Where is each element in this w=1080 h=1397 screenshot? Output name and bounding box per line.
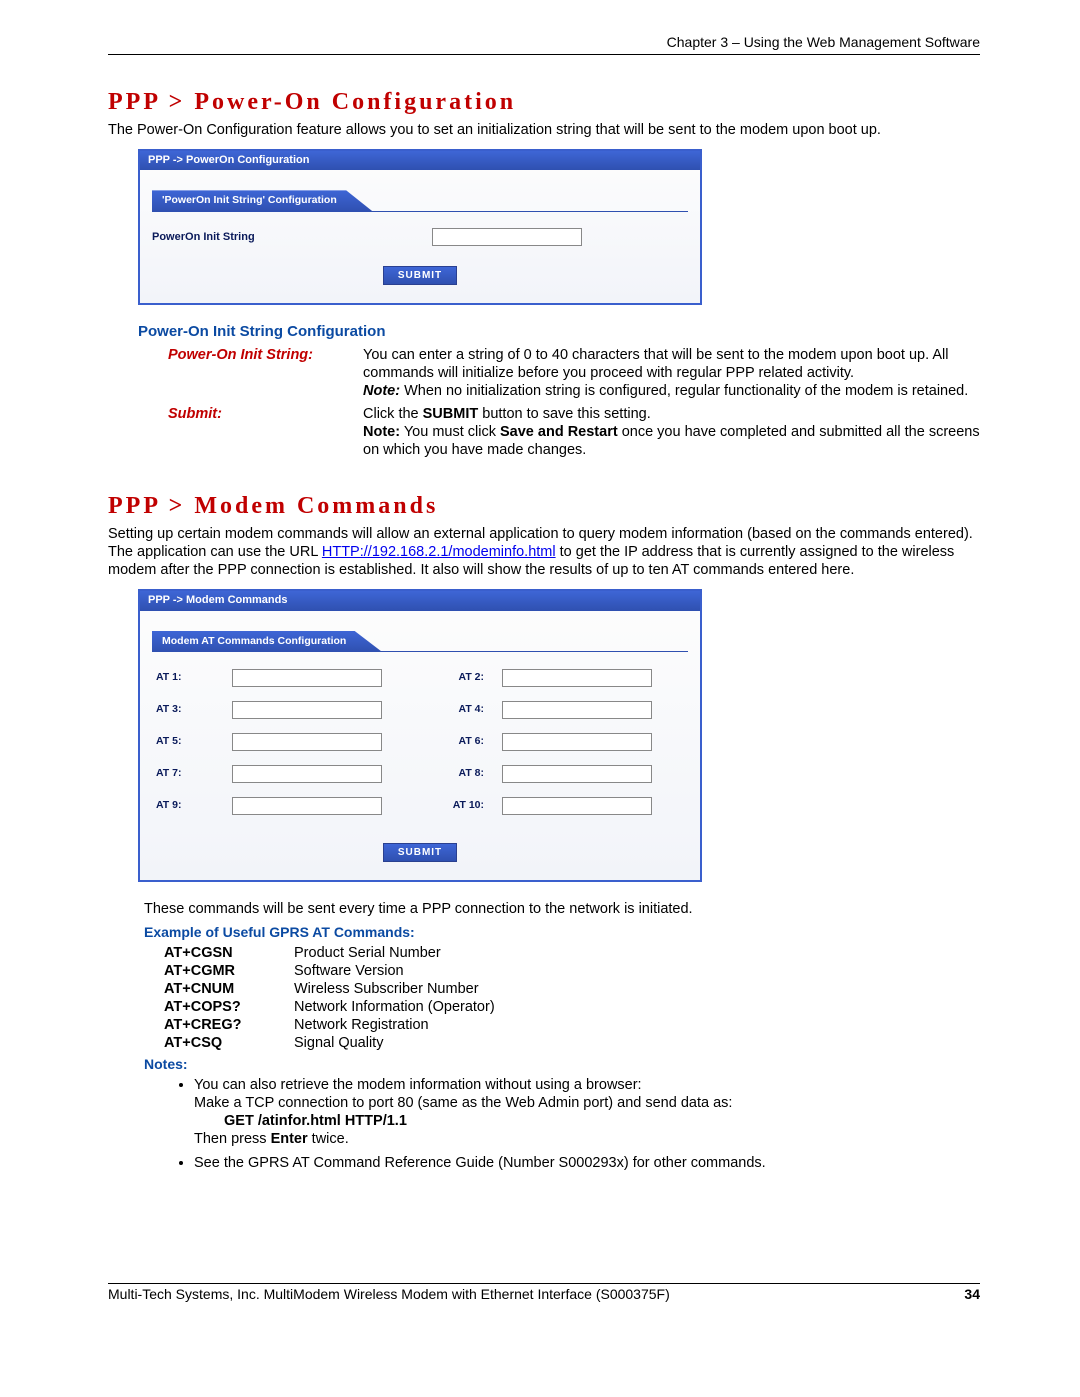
section-title-poweron: PPP > Power-On Configuration xyxy=(108,87,980,117)
cmd-cgsn-desc: Product Serial Number xyxy=(294,944,441,962)
footer-text: Multi-Tech Systems, Inc. MultiModem Wire… xyxy=(108,1286,670,1304)
at-commands-table: AT+CGSNProduct Serial Number AT+CGMRSoft… xyxy=(164,944,980,1053)
poweron-panel-header: PPP -> PowerOn Configuration xyxy=(140,151,700,171)
at-command-grid: AT 1: AT 2: AT 3: AT 4: AT 5: AT 6: AT 7… xyxy=(152,669,688,815)
section-title-modemcmds: PPP > Modem Commands xyxy=(108,491,980,521)
at3-input[interactable] xyxy=(232,701,382,719)
cmd-cgsn: AT+CGSN xyxy=(164,944,294,962)
at4-input[interactable] xyxy=(502,701,652,719)
cmd-cnum-desc: Wireless Subscriber Number xyxy=(294,980,479,998)
def-term-initstring: Power-On Init String: xyxy=(168,346,363,400)
at2-input[interactable] xyxy=(502,669,652,687)
at7-label: AT 7: xyxy=(152,767,232,780)
at10-label: AT 10: xyxy=(392,799,502,812)
at8-label: AT 8: xyxy=(392,767,502,780)
note-2: See the GPRS AT Command Reference Guide … xyxy=(194,1154,980,1172)
cmd-creg: AT+CREG? xyxy=(164,1016,294,1034)
at8-input[interactable] xyxy=(502,765,652,783)
notes-heading: Notes: xyxy=(144,1056,980,1074)
page-number: 34 xyxy=(964,1286,980,1304)
example-heading: Example of Useful GPRS AT Commands: xyxy=(144,924,980,942)
page-footer: Multi-Tech Systems, Inc. MultiModem Wire… xyxy=(108,1283,980,1304)
note-1: You can also retrieve the modem informat… xyxy=(194,1076,980,1149)
cmd-cops: AT+COPS? xyxy=(164,998,294,1016)
cmd-creg-desc: Network Registration xyxy=(294,1016,429,1034)
def-desc-initstring: You can enter a string of 0 to 40 charac… xyxy=(363,346,980,400)
modemcmds-tab: Modem AT Commands Configuration xyxy=(152,631,382,652)
section-poweron: PPP > Power-On Configuration The Power-O… xyxy=(108,87,980,459)
at5-input[interactable] xyxy=(232,733,382,751)
at5-label: AT 5: xyxy=(152,735,232,748)
poweron-init-string-input[interactable] xyxy=(432,228,582,246)
cmd-cops-desc: Network Information (Operator) xyxy=(294,998,495,1016)
modemcmds-panel: PPP -> Modem Commands Modem AT Commands … xyxy=(138,589,702,882)
at4-label: AT 4: xyxy=(392,703,502,716)
cmd-csq-desc: Signal Quality xyxy=(294,1034,383,1052)
poweron-tab: 'PowerOn Init String' Configuration xyxy=(152,190,373,211)
notes-list: You can also retrieve the modem informat… xyxy=(194,1076,980,1173)
poweron-definitions: Power-On Init String: You can enter a st… xyxy=(168,346,980,459)
section-modemcmds: PPP > Modem Commands Setting up certain … xyxy=(108,491,980,1173)
at6-input[interactable] xyxy=(502,733,652,751)
at6-label: AT 6: xyxy=(392,735,502,748)
modemcmds-submit-button[interactable]: SUBMIT xyxy=(383,843,457,862)
at3-label: AT 3: xyxy=(152,703,232,716)
at10-input[interactable] xyxy=(502,797,652,815)
cmd-cgmr: AT+CGMR xyxy=(164,962,294,980)
cmd-cgmr-desc: Software Version xyxy=(294,962,404,980)
chapter-label: Chapter 3 – Using the Web Management Sof… xyxy=(667,34,980,50)
poweron-panel: PPP -> PowerOn Configuration 'PowerOn In… xyxy=(138,149,702,306)
page-header: Chapter 3 – Using the Web Management Sof… xyxy=(108,34,980,55)
def-desc-submit: Click the SUBMIT button to save this set… xyxy=(363,405,980,459)
at7-input[interactable] xyxy=(232,765,382,783)
cmd-csq: AT+CSQ xyxy=(164,1034,294,1052)
at1-label: AT 1: xyxy=(152,671,232,684)
poweron-submit-button[interactable]: SUBMIT xyxy=(383,266,457,285)
def-term-submit: Submit: xyxy=(168,405,363,459)
commands-sent-note: These commands will be sent every time a… xyxy=(144,900,980,918)
at1-input[interactable] xyxy=(232,669,382,687)
poweron-intro: The Power-On Configuration feature allow… xyxy=(108,121,980,139)
at9-input[interactable] xyxy=(232,797,382,815)
get-command: GET /atinfor.html HTTP/1.1 xyxy=(224,1113,407,1129)
at9-label: AT 9: xyxy=(152,799,232,812)
cmd-cnum: AT+CNUM xyxy=(164,980,294,998)
poweron-field-label: PowerOn Init String xyxy=(152,231,302,245)
modemcmds-panel-header: PPP -> Modem Commands xyxy=(140,591,700,611)
poweron-subhead: Power-On Init String Configuration xyxy=(138,323,980,342)
modemcmds-intro: Setting up certain modem commands will a… xyxy=(108,525,980,579)
modeminfo-link[interactable]: HTTP://192.168.2.1/modeminfo.html xyxy=(322,544,556,560)
at2-label: AT 2: xyxy=(392,671,502,684)
